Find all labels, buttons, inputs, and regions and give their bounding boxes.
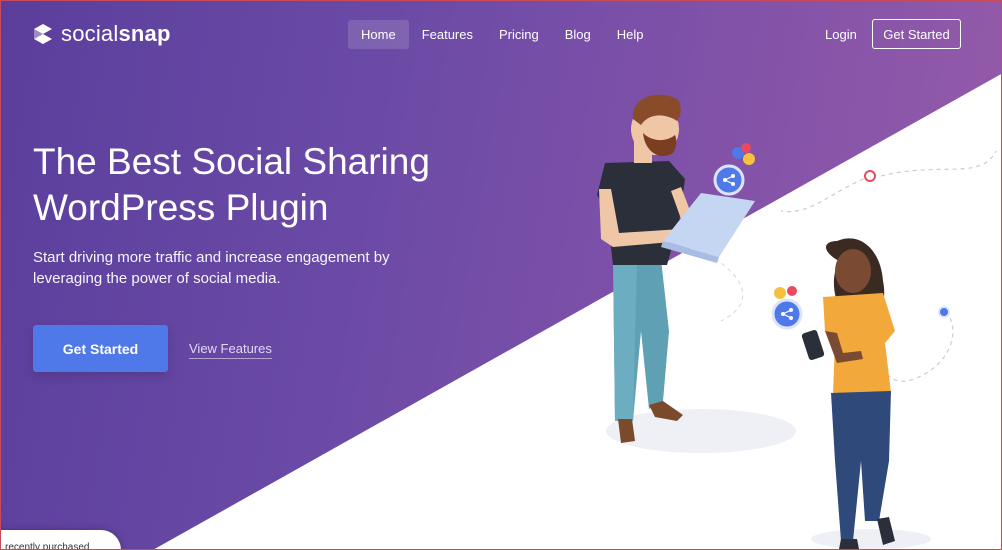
woman-figure-illustration xyxy=(801,238,895,549)
toast-text: recently purchased xyxy=(5,542,90,550)
share-bubble-illustration xyxy=(713,143,755,196)
page-frame: socialsnap Home Features Pricing Blog He… xyxy=(0,0,1002,550)
man-figure-illustration xyxy=(597,94,755,443)
purchase-notification-toast[interactable]: recently purchased xyxy=(1,530,121,550)
share-bubble-illustration-2 xyxy=(771,286,803,330)
hero-illustration xyxy=(597,94,950,549)
